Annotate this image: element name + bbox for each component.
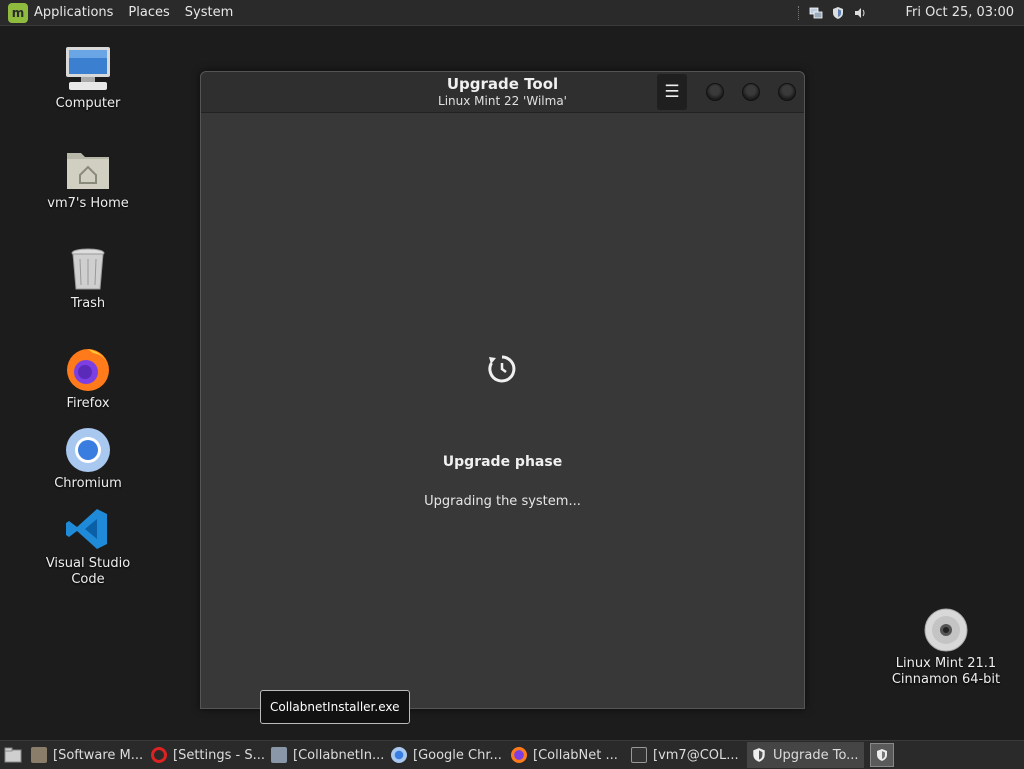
desktop-icon-firefox[interactable]: Firefox [28, 345, 148, 412]
taskbar-item-label: Upgrade To... [773, 747, 859, 763]
vscode-icon [66, 509, 107, 549]
show-desktop-button[interactable] [2, 744, 24, 766]
disc-icon [924, 608, 968, 652]
software-manager-icon [31, 747, 47, 763]
desktop-icon-label: Trash [70, 296, 106, 311]
close-button[interactable] [778, 83, 796, 101]
desktop-icon-chromium[interactable]: Chromium [28, 425, 148, 492]
desktop-icon-label: Chromium [54, 476, 122, 491]
desktop-icon-home[interactable]: vm7's Home [28, 145, 148, 212]
taskbar-item-label: [CollabNet ... [533, 747, 618, 763]
trash-icon [71, 248, 105, 290]
top-panel: m Applications Places System Fri Oct 25,… [0, 0, 1024, 26]
show-desktop-icon [4, 747, 22, 763]
system-tray: Fri Oct 25, 03:00 [798, 0, 1014, 25]
desktop-icon-label: Visual Studio Code [45, 556, 131, 587]
network-icon[interactable] [809, 6, 823, 20]
taskbar-item-software-manager[interactable]: [Software M... [27, 742, 144, 768]
firefox-icon [67, 349, 109, 391]
hamburger-icon: ☰ [664, 82, 680, 102]
shield-icon[interactable] [831, 6, 845, 20]
tray-update-manager-button[interactable] [870, 743, 894, 767]
taskbar-item-collabnet-installer[interactable]: [CollabnetIn... [267, 742, 384, 768]
chromium-icon [66, 428, 110, 472]
home-folder-icon [67, 153, 109, 189]
menu-system[interactable]: System [185, 5, 233, 20]
desktop-icon-computer[interactable]: Computer [28, 45, 148, 112]
disc-label-line1: Linux Mint 21.1 [895, 656, 997, 671]
mint-menu-icon[interactable]: m [8, 2, 28, 23]
desktop-icon-label: Computer [55, 96, 121, 111]
menu-applications[interactable]: Applications [34, 5, 113, 20]
terminal-icon [631, 747, 647, 763]
shield-icon [753, 748, 765, 762]
desktop-icon-trash[interactable]: Trash [28, 245, 148, 312]
taskbar: [Software M... [Settings - S... [Collabn… [0, 740, 1024, 769]
firefox-icon [511, 747, 527, 763]
taskbar-item-label: [CollabnetIn... [293, 747, 384, 763]
desktop-icon-vscode[interactable]: Visual Studio Code [28, 505, 148, 588]
taskbar-item-terminal[interactable]: [vm7@COL... [627, 742, 744, 768]
upgrade-refresh-icon [488, 355, 516, 383]
hamburger-menu-button[interactable]: ☰ [657, 74, 687, 110]
installer-icon [271, 747, 287, 763]
taskbar-item-label: [Settings - S... [173, 747, 264, 763]
taskbar-tooltip: CollabnetInstaller.exe [260, 690, 410, 724]
taskbar-item-upgrade-tool[interactable]: Upgrade To... [747, 742, 864, 768]
tray-separator [798, 5, 801, 20]
window-titlebar[interactable]: Upgrade Tool Linux Mint 22 'Wilma' ☰ [201, 72, 804, 113]
opera-icon [151, 747, 167, 763]
volume-icon[interactable] [853, 6, 867, 20]
phase-title: Upgrade phase [442, 454, 563, 470]
desktop-icon-disc[interactable]: Linux Mint 21.1 Cinnamon 64-bit [886, 607, 1006, 688]
taskbar-item-collabnet-firefox[interactable]: [CollabNet ... [507, 742, 624, 768]
taskbar-item-google-chrome[interactable]: [Google Chr... [387, 742, 504, 768]
taskbar-item-label: [Software M... [53, 747, 144, 763]
taskbar-item-settings[interactable]: [Settings - S... [147, 742, 264, 768]
chrome-icon [391, 747, 407, 763]
disc-label-line2: Cinnamon 64-bit [891, 672, 1001, 687]
minimize-button[interactable] [706, 83, 724, 101]
desktop-icon-label: vm7's Home [47, 196, 129, 211]
computer-icon [66, 47, 110, 90]
clock[interactable]: Fri Oct 25, 03:00 [905, 5, 1014, 20]
window-content: Upgrade phase Upgrading the system... [201, 113, 804, 708]
menu-places[interactable]: Places [128, 5, 169, 20]
upgrade-tool-window: Upgrade Tool Linux Mint 22 'Wilma' ☰ Upg… [200, 71, 805, 709]
taskbar-item-label: [Google Chr... [413, 747, 502, 763]
tooltip-text: CollabnetInstaller.exe [270, 700, 400, 714]
phase-status: Upgrading the system... [424, 494, 581, 509]
taskbar-item-label: [vm7@COL... [653, 747, 739, 763]
maximize-button[interactable] [742, 83, 760, 101]
desktop-icon-label: Firefox [66, 396, 110, 411]
shield-icon [877, 749, 887, 761]
